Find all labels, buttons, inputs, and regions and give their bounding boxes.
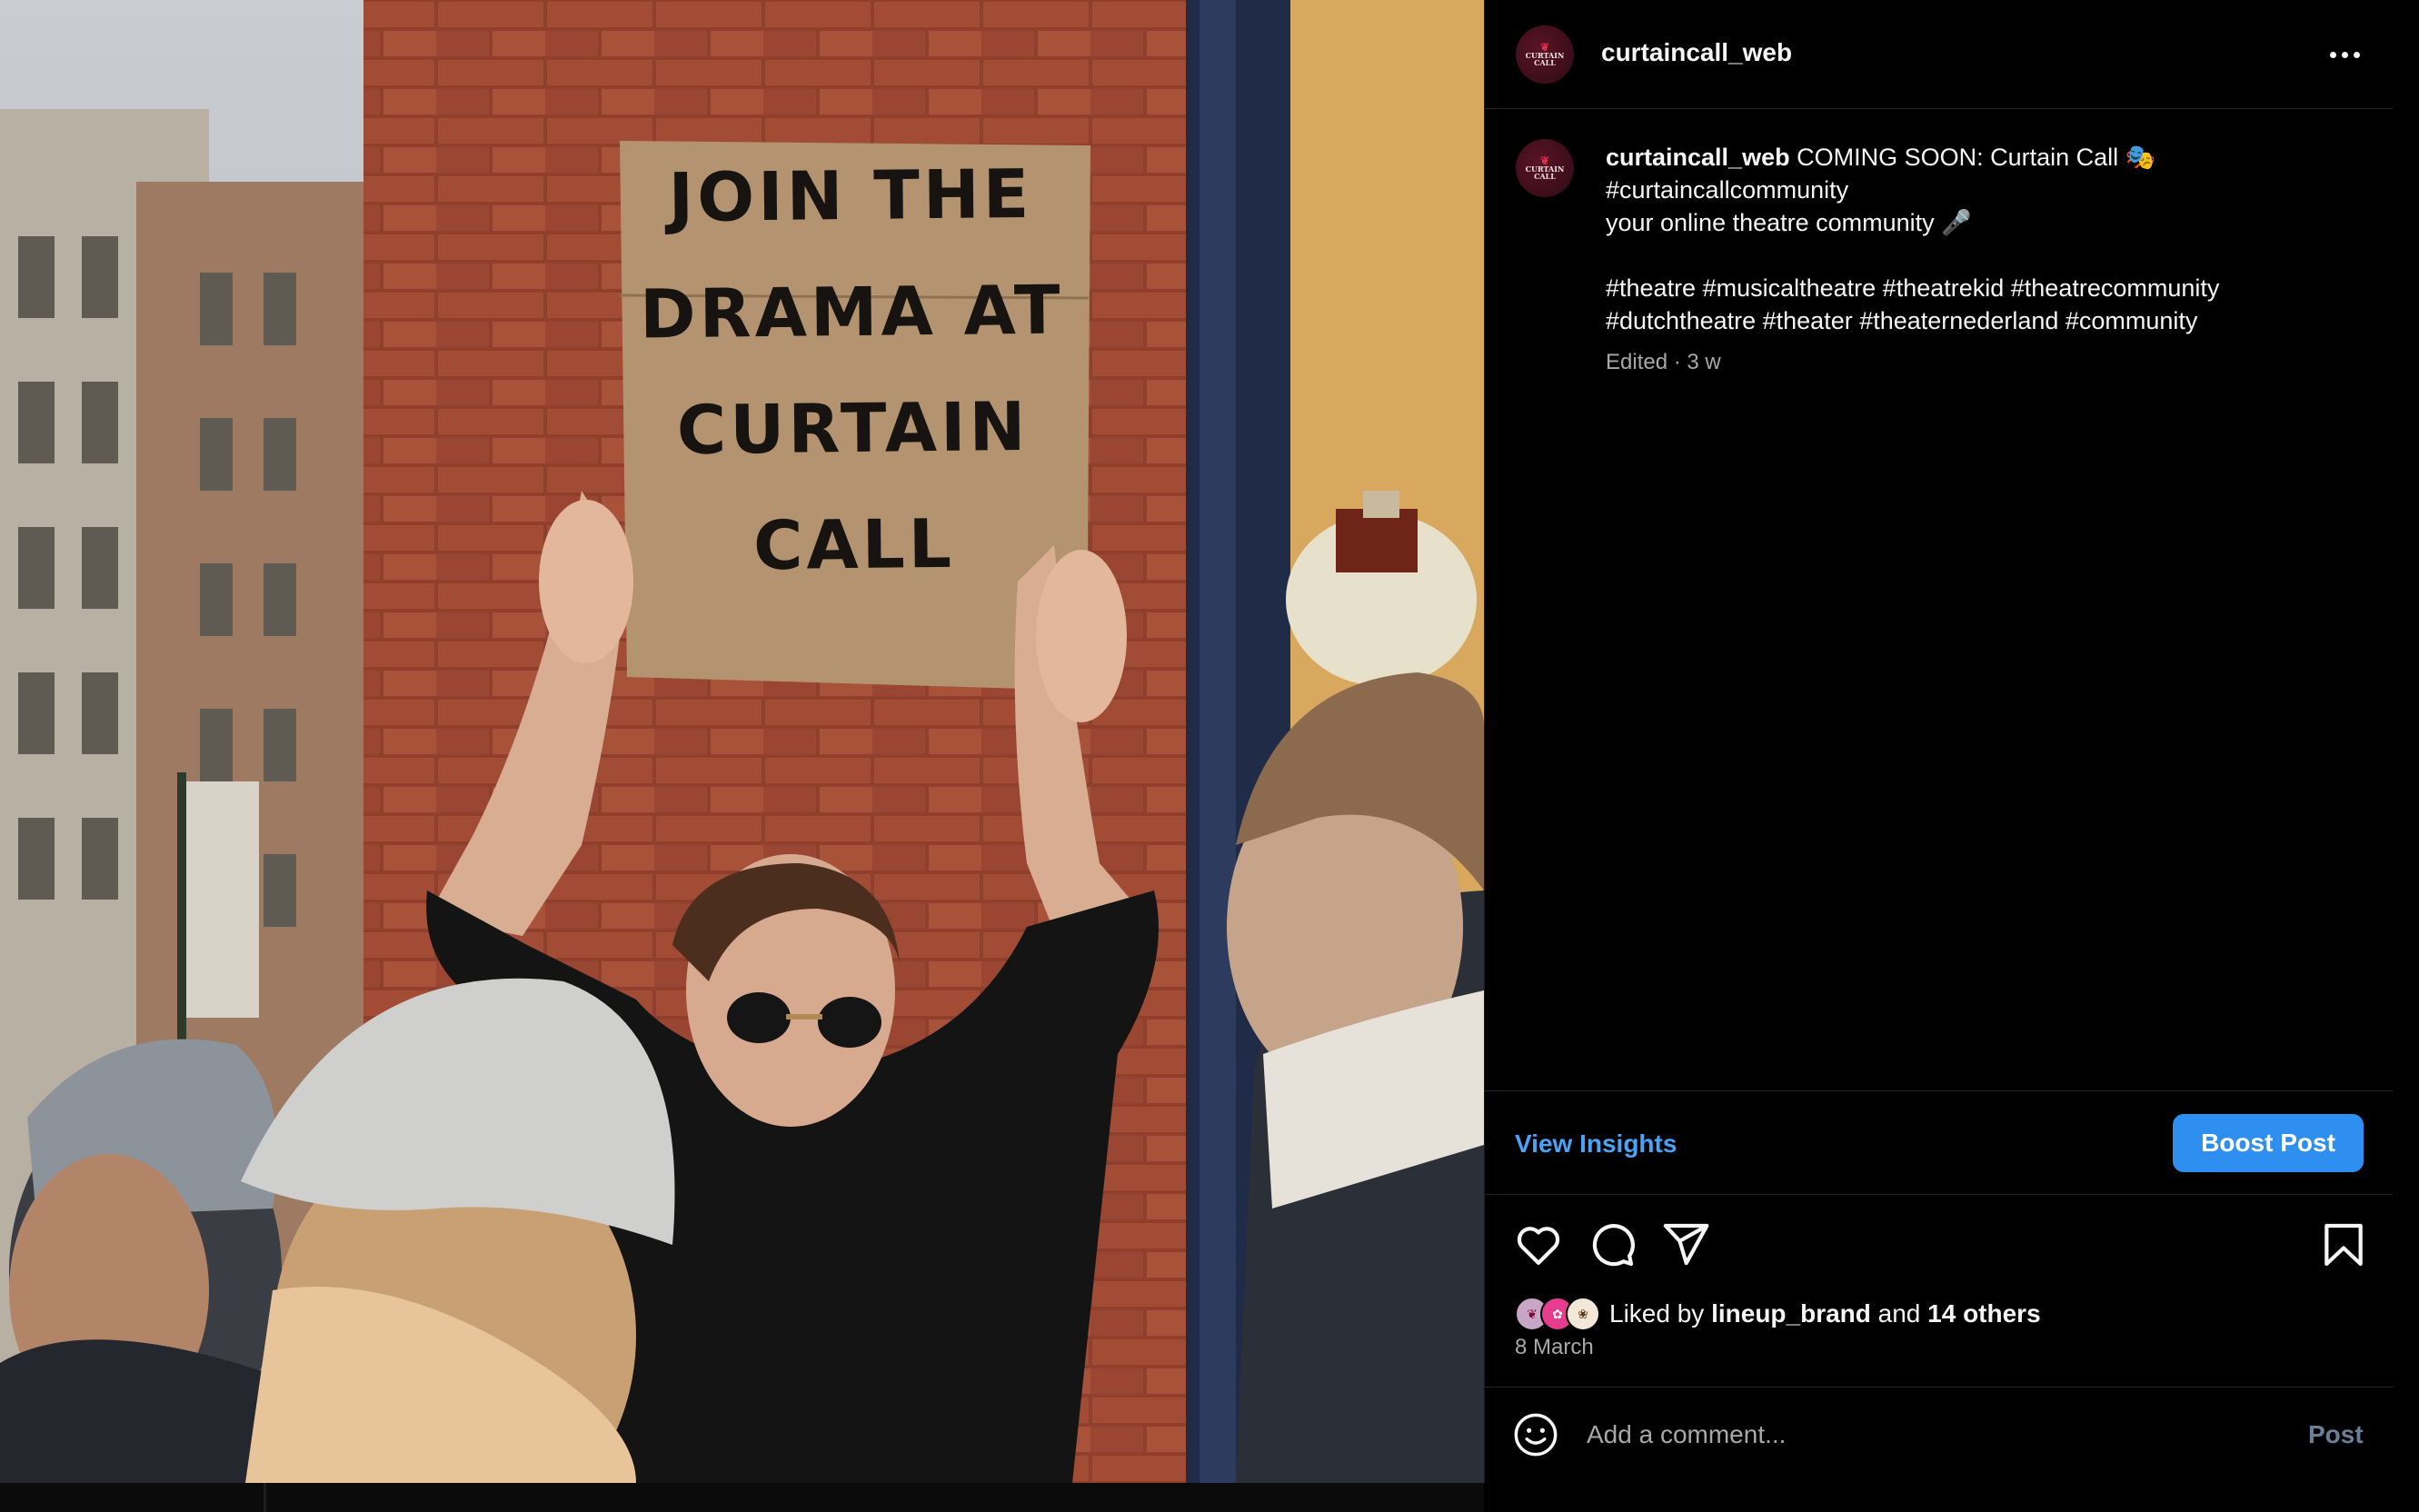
liker-username[interactable]: lineup_brand bbox=[1711, 1299, 1871, 1328]
caption-username[interactable]: curtaincall_web bbox=[1606, 144, 1790, 171]
likes-conjunction: and bbox=[1877, 1299, 1921, 1328]
caption-avatar[interactable]: ❦ CURTAIN CALL bbox=[1516, 139, 1574, 197]
caption-hashtag-line[interactable]: #curtaincallcommunity bbox=[1606, 174, 2360, 206]
caption-text: COMING SOON: Curtain Call 🎭 bbox=[1797, 144, 2156, 171]
post-header: ❦ CURTAIN CALL curtaincall_web bbox=[1485, 0, 2394, 109]
caption-hashtag-line[interactable]: #theatre #musicaltheatre #theatrekid #th… bbox=[1606, 272, 2360, 304]
caption-line: your online theatre community 🎤 bbox=[1606, 209, 1972, 236]
comment-input[interactable] bbox=[1587, 1413, 2223, 1457]
sign-line: DRAMA AT bbox=[639, 271, 1064, 354]
caption-hashtag-line[interactable]: #dutchtheatre #theater #theaternederland… bbox=[1606, 304, 2360, 337]
sign-line: JOIN THE bbox=[668, 154, 1033, 238]
avatar-logo-text: CURTAIN CALL bbox=[1525, 50, 1565, 67]
liker-avatar: ❀ bbox=[1566, 1297, 1600, 1331]
emoji-button[interactable] bbox=[1512, 1411, 1559, 1458]
post-caption: curtaincall_web COMING SOON: Curtain Cal… bbox=[1606, 141, 2360, 379]
save-button[interactable] bbox=[2318, 1219, 2369, 1270]
post-details-panel: ❦ CURTAIN CALL curtaincall_web ❦ CURTAIN… bbox=[1484, 0, 2394, 1483]
bookmark-icon bbox=[2324, 1223, 2363, 1267]
edited-timestamp: Edited · 3 w bbox=[1606, 350, 1721, 374]
post-viewer: JOIN THE DRAMA AT CURTAIN CALL ❦ CURTAIN… bbox=[0, 0, 2419, 1512]
heart-icon bbox=[1517, 1227, 1560, 1265]
photo-sign-text: JOIN THE DRAMA AT CURTAIN CALL bbox=[612, 135, 1092, 605]
likes-summary[interactable]: ❦ ✿ ❀ Liked by lineup_brand and 14 other… bbox=[1515, 1294, 2041, 1334]
avatar-logo-text: CURTAIN CALL bbox=[1525, 164, 1565, 181]
post-comment-button[interactable]: Post bbox=[2308, 1420, 2364, 1449]
comment-button[interactable] bbox=[1587, 1219, 1638, 1270]
like-button[interactable] bbox=[1513, 1219, 1564, 1270]
likes-prefix: Liked by bbox=[1609, 1299, 1705, 1328]
bottom-strip bbox=[0, 1483, 1484, 1512]
likes-text: Liked by lineup_brand and 14 others bbox=[1609, 1299, 2041, 1328]
share-button[interactable] bbox=[1660, 1219, 1711, 1270]
more-icon-dot bbox=[2341, 51, 2348, 58]
view-insights-link[interactable]: View Insights bbox=[1515, 1129, 1677, 1159]
post-actions: ❦ ✿ ❀ Liked by lineup_brand and 14 other… bbox=[1485, 1196, 2394, 1387]
more-icon-dot bbox=[2353, 51, 2360, 58]
caption-area: ❦ CURTAIN CALL curtaincall_web COMING SO… bbox=[1485, 110, 2394, 1091]
insights-bar: View Insights Boost Post bbox=[1485, 1090, 2394, 1195]
caption-line: curtaincall_web COMING SOON: Curtain Cal… bbox=[1606, 141, 2360, 174]
likes-others-count[interactable]: 14 others bbox=[1927, 1299, 2041, 1328]
right-margin bbox=[2393, 0, 2419, 1512]
share-icon bbox=[1663, 1223, 1709, 1266]
avatar[interactable]: ❦ CURTAIN CALL bbox=[1516, 25, 1574, 84]
more-options-button[interactable] bbox=[2323, 38, 2366, 71]
post-photo[interactable]: JOIN THE DRAMA AT CURTAIN CALL bbox=[0, 0, 1484, 1483]
comment-icon bbox=[1592, 1224, 1635, 1267]
sign-line: CURTAIN bbox=[676, 387, 1030, 471]
header-username[interactable]: curtaincall_web bbox=[1601, 38, 1792, 67]
comment-bar: Post bbox=[1485, 1387, 2394, 1483]
boost-post-button[interactable]: Boost Post bbox=[2173, 1114, 2364, 1172]
avatar-logo: ❦ CURTAIN CALL bbox=[1516, 42, 1574, 67]
strip-divider bbox=[264, 1483, 266, 1512]
avatar-logo: ❦ CURTAIN CALL bbox=[1516, 155, 1574, 181]
more-icon bbox=[2329, 51, 2336, 58]
sign-line: CALL bbox=[752, 504, 956, 586]
emoji-icon bbox=[1514, 1413, 1558, 1457]
post-date: 8 March bbox=[1515, 1335, 1594, 1359]
